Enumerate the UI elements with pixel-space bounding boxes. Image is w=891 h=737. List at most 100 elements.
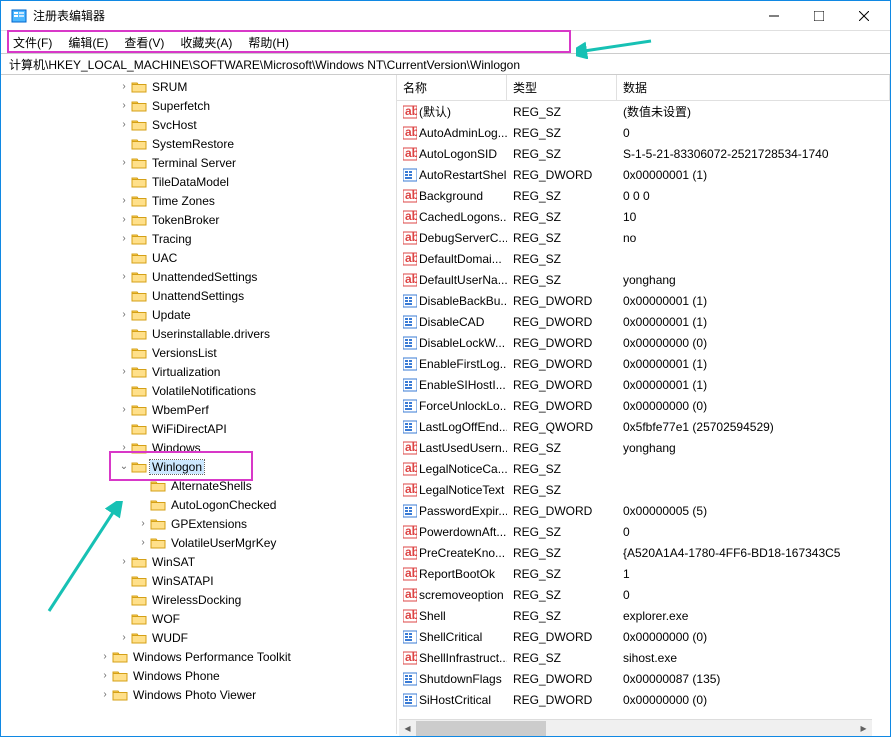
list-row[interactable]: abShellREG_SZexplorer.exe xyxy=(397,605,890,626)
chevron-icon[interactable]: › xyxy=(117,195,131,206)
menu-edit[interactable]: 编辑(E) xyxy=(60,32,116,53)
list-pane[interactable]: 名称 类型 数据 ab(默认)REG_SZ(数值未设置)abAutoAdminL… xyxy=(397,75,890,734)
list-row[interactable]: ShellCriticalREG_DWORD0x00000000 (0) xyxy=(397,626,890,647)
address-bar[interactable]: 计算机\HKEY_LOCAL_MACHINE\SOFTWARE\Microsof… xyxy=(1,53,890,75)
tree-node[interactable]: ›WinSAT xyxy=(1,552,396,571)
tree-node[interactable]: ›Virtualization xyxy=(1,362,396,381)
tree-node[interactable]: WiFiDirectAPI xyxy=(1,419,396,438)
tree-node[interactable]: ›Update xyxy=(1,305,396,324)
tree-node[interactable]: ›Windows xyxy=(1,438,396,457)
chevron-icon[interactable]: › xyxy=(117,157,131,168)
chevron-icon[interactable]: › xyxy=(117,404,131,415)
tree-node[interactable]: UAC xyxy=(1,248,396,267)
list-row[interactable]: ab(默认)REG_SZ(数值未设置) xyxy=(397,101,890,122)
list-row[interactable]: abLegalNoticeTextREG_SZ xyxy=(397,479,890,500)
chevron-icon[interactable]: › xyxy=(117,81,131,92)
tree-node[interactable]: Userinstallable.drivers xyxy=(1,324,396,343)
list-row[interactable]: abShellInfrastruct...REG_SZsihost.exe xyxy=(397,647,890,668)
maximize-button[interactable] xyxy=(796,2,841,30)
tree-node[interactable]: UnattendSettings xyxy=(1,286,396,305)
chevron-icon[interactable]: › xyxy=(136,518,150,529)
tree-node[interactable]: AutoLogonChecked xyxy=(1,495,396,514)
list-row[interactable]: abAutoAdminLog...REG_SZ0 xyxy=(397,122,890,143)
tree-node[interactable]: ›WbemPerf xyxy=(1,400,396,419)
menu-file[interactable]: 文件(F) xyxy=(5,32,60,53)
scroll-right-icon[interactable]: ▸ xyxy=(855,720,872,737)
chevron-icon[interactable]: › xyxy=(98,670,112,681)
list-row[interactable]: ForceUnlockLo...REG_DWORD0x00000000 (0) xyxy=(397,395,890,416)
list-row[interactable]: abDefaultUserNa...REG_SZyonghang xyxy=(397,269,890,290)
list-row[interactable]: abLegalNoticeCa...REG_SZ xyxy=(397,458,890,479)
list-row[interactable]: AutoRestartShellREG_DWORD0x00000001 (1) xyxy=(397,164,890,185)
tree-node[interactable]: VolatileNotifications xyxy=(1,381,396,400)
chevron-icon[interactable]: › xyxy=(117,309,131,320)
tree-node[interactable]: AlternateShells xyxy=(1,476,396,495)
list-row[interactable]: abCachedLogons...REG_SZ10 xyxy=(397,206,890,227)
list-row[interactable]: abscremoveoptionREG_SZ0 xyxy=(397,584,890,605)
chevron-icon[interactable]: › xyxy=(117,214,131,225)
horizontal-scrollbar[interactable]: ◂ ▸ xyxy=(399,719,872,736)
scroll-left-icon[interactable]: ◂ xyxy=(399,720,416,737)
list-row[interactable]: DisableCADREG_DWORD0x00000001 (1) xyxy=(397,311,890,332)
tree-node[interactable]: WinSATAPI xyxy=(1,571,396,590)
chevron-icon[interactable]: › xyxy=(117,632,131,643)
list-row[interactable]: SiHostCriticalREG_DWORD0x00000000 (0) xyxy=(397,689,890,710)
chevron-icon[interactable]: › xyxy=(136,537,150,548)
tree-node[interactable]: ›SRUM xyxy=(1,77,396,96)
col-header-data[interactable]: 数据 xyxy=(617,75,890,100)
chevron-icon[interactable]: › xyxy=(98,689,112,700)
list-row[interactable]: abPowerdownAft...REG_SZ0 xyxy=(397,521,890,542)
tree-node[interactable]: ›SvcHost xyxy=(1,115,396,134)
chevron-icon[interactable]: › xyxy=(117,100,131,111)
tree-node[interactable]: ⌄Winlogon xyxy=(1,457,396,476)
col-header-type[interactable]: 类型 xyxy=(507,75,617,100)
list-row[interactable]: abReportBootOkREG_SZ1 xyxy=(397,563,890,584)
list-row[interactable]: abLastUsedUsern...REG_SZyonghang xyxy=(397,437,890,458)
minimize-button[interactable] xyxy=(751,2,796,30)
tree-node[interactable]: ›VolatileUserMgrKey xyxy=(1,533,396,552)
list-row[interactable]: PasswordExpir...REG_DWORD0x00000005 (5) xyxy=(397,500,890,521)
menu-favorites[interactable]: 收藏夹(A) xyxy=(172,32,240,53)
chevron-icon[interactable]: › xyxy=(117,119,131,130)
chevron-icon[interactable]: › xyxy=(117,556,131,567)
tree-node[interactable]: WOF xyxy=(1,609,396,628)
tree-node[interactable]: ›Windows Performance Toolkit xyxy=(1,647,396,666)
tree-node[interactable]: ›Terminal Server xyxy=(1,153,396,172)
tree-node[interactable]: ›Time Zones xyxy=(1,191,396,210)
list-row[interactable]: ShutdownFlagsREG_DWORD0x00000087 (135) xyxy=(397,668,890,689)
menu-help[interactable]: 帮助(H) xyxy=(240,32,297,53)
tree-node[interactable]: ›Windows Photo Viewer xyxy=(1,685,396,704)
tree-node[interactable]: ›WUDF xyxy=(1,628,396,647)
chevron-icon[interactable]: › xyxy=(117,366,131,377)
list-row[interactable]: EnableSIHostI...REG_DWORD0x00000001 (1) xyxy=(397,374,890,395)
tree-node[interactable]: VersionsList xyxy=(1,343,396,362)
chevron-icon[interactable]: › xyxy=(117,271,131,282)
list-row[interactable]: abBackgroundREG_SZ0 0 0 xyxy=(397,185,890,206)
list-row[interactable]: LastLogOffEnd...REG_QWORD0x5fbfe77e1 (25… xyxy=(397,416,890,437)
list-row[interactable]: abDebugServerC...REG_SZno xyxy=(397,227,890,248)
tree-node[interactable]: WirelessDocking xyxy=(1,590,396,609)
col-header-name[interactable]: 名称 xyxy=(397,75,507,100)
tree-node[interactable]: ›Superfetch xyxy=(1,96,396,115)
chevron-icon[interactable]: › xyxy=(117,233,131,244)
list-row[interactable]: abDefaultDomai...REG_SZ xyxy=(397,248,890,269)
list-row[interactable]: abPreCreateKno...REG_SZ{A520A1A4-1780-4F… xyxy=(397,542,890,563)
chevron-icon[interactable]: › xyxy=(117,442,131,453)
tree-node[interactable]: SystemRestore xyxy=(1,134,396,153)
chevron-icon[interactable]: ⌄ xyxy=(117,461,131,472)
tree-node[interactable]: ›Windows Phone xyxy=(1,666,396,685)
list-row[interactable]: EnableFirstLog...REG_DWORD0x00000001 (1) xyxy=(397,353,890,374)
close-button[interactable] xyxy=(841,2,886,30)
tree-node[interactable]: ›Tracing xyxy=(1,229,396,248)
tree-node[interactable]: TileDataModel xyxy=(1,172,396,191)
tree-node[interactable]: ›TokenBroker xyxy=(1,210,396,229)
list-row[interactable]: DisableBackBu...REG_DWORD0x00000001 (1) xyxy=(397,290,890,311)
chevron-icon[interactable]: › xyxy=(98,651,112,662)
scroll-thumb[interactable] xyxy=(416,721,546,736)
tree-node[interactable]: ›UnattendedSettings xyxy=(1,267,396,286)
list-row[interactable]: DisableLockW...REG_DWORD0x00000000 (0) xyxy=(397,332,890,353)
list-row[interactable]: abAutoLogonSIDREG_SZS-1-5-21-83306072-25… xyxy=(397,143,890,164)
tree-pane[interactable]: ›SRUM›Superfetch›SvcHostSystemRestore›Te… xyxy=(1,75,397,734)
menu-view[interactable]: 查看(V) xyxy=(116,32,172,53)
tree-node[interactable]: ›GPExtensions xyxy=(1,514,396,533)
